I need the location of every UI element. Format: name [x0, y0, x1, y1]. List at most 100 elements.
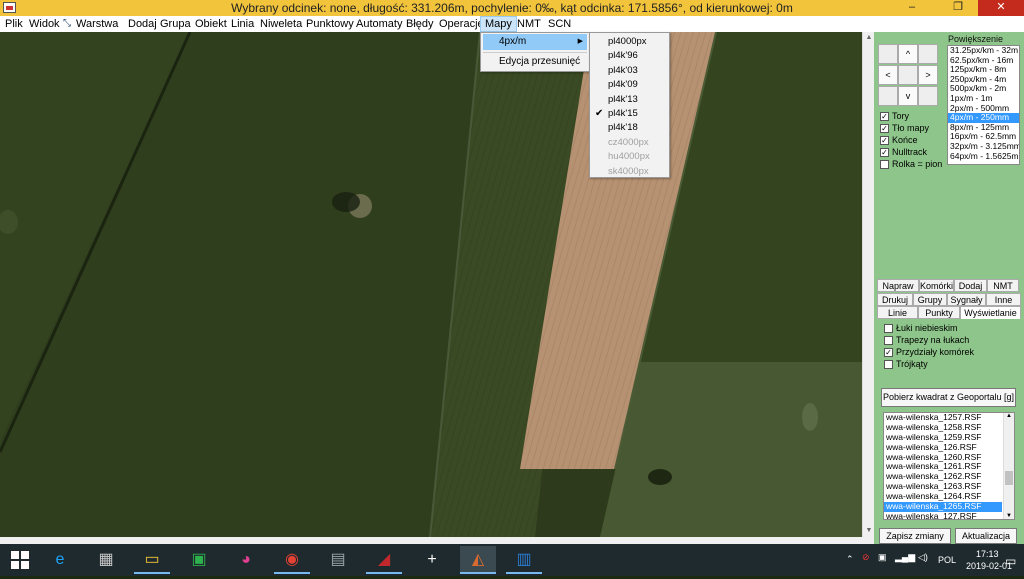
display-option-checkbox[interactable]: ✓ Przydziały komórek	[884, 347, 974, 358]
zoom-list[interactable]: 31.25px/km - 32m 62.5px/km - 16m 125px/km …	[947, 45, 1020, 165]
menu-mapy[interactable]: Mapy	[480, 16, 517, 32]
map-vertical-scrollbar[interactable]: ▲ ▼	[862, 32, 874, 537]
pan-downleft-button[interactable]	[878, 86, 898, 106]
menu-widok[interactable]: Widok	[25, 16, 64, 32]
pan-upleft-button[interactable]	[878, 44, 898, 64]
notepad-icon[interactable]: ▥	[506, 546, 542, 574]
display-option-checkbox[interactable]: Łuki niebieskim	[884, 323, 958, 334]
tray-app-icon[interactable]: ▣	[878, 552, 887, 563]
checkbox-icon[interactable]: ✓	[884, 348, 893, 358]
scroll-up-icon[interactable]: ▲	[1004, 413, 1014, 419]
clock-time[interactable]: 17:13	[976, 549, 999, 559]
menu-punktowy[interactable]: Punktowy	[302, 16, 358, 32]
layer-checkbox[interactable]: ✓ Tło mapy	[880, 123, 929, 134]
pan-center-button[interactable]	[898, 65, 918, 85]
menu-niweleta[interactable]: Niweleta	[256, 16, 306, 32]
menu-warstwa[interactable]: ⤡ Warstwa	[60, 16, 122, 32]
checkbox-icon[interactable]: ✓	[880, 148, 889, 158]
rail-editor-icon[interactable]: ◭	[460, 546, 496, 574]
submenu-item-pl4k03[interactable]: pl4k'03	[592, 64, 668, 78]
layer-checkbox[interactable]: ✓ Nulltrack	[880, 147, 927, 158]
menu-automaty[interactable]: Automaty	[352, 16, 406, 32]
pan-down-button[interactable]: v	[898, 86, 918, 106]
start-button[interactable]	[2, 546, 38, 574]
checkbox-icon[interactable]: ✓	[880, 112, 889, 122]
store-icon[interactable]: ▣	[181, 546, 217, 574]
maps-menu: 4px/m ▶ Edycja przesunięć	[480, 32, 590, 72]
calculator-icon[interactable]: ▤	[320, 546, 356, 574]
map-horizontal-scrollbar[interactable]	[0, 537, 874, 544]
tab-linie[interactable]: Linie	[877, 306, 918, 319]
pan-downright-button[interactable]	[918, 86, 938, 106]
checkbox-icon[interactable]	[884, 336, 893, 346]
tab-grupy[interactable]: Grupy	[913, 293, 947, 306]
tab-inne[interactable]: Inne	[986, 293, 1021, 306]
tray-warning-icon[interactable]: ⊘	[862, 552, 870, 563]
checkbox-icon[interactable]: ✓	[880, 124, 889, 134]
notifications-icon[interactable]: ▭	[1005, 554, 1016, 568]
display-option-checkbox[interactable]: Trójkąty	[884, 359, 928, 370]
pan-upright-button[interactable]	[918, 44, 938, 64]
menu-nmt[interactable]: NMT	[513, 16, 545, 32]
menu-item-edycja-przesuniec[interactable]: Edycja przesunięć	[483, 54, 587, 70]
tab-punkty[interactable]: Punkty	[918, 306, 960, 319]
file-list[interactable]: wwa-wilenska_1257.RSF wwa-wilenska_1258.R…	[883, 412, 1015, 520]
close-button[interactable]: ✕	[978, 0, 1024, 16]
tab-wyświetlanie[interactable]: Wyświetlanie	[960, 306, 1021, 320]
menu-bledy[interactable]: Błędy	[402, 16, 438, 32]
file-list-scrollbar[interactable]: ▲ ▼	[1003, 413, 1014, 519]
file-list-item[interactable]: wwa-wilenska_127.RSF	[884, 511, 1002, 519]
language-indicator[interactable]: POL	[938, 555, 956, 565]
menu-plik[interactable]: Plik	[1, 16, 27, 32]
menu-obiekt[interactable]: Obiekt	[191, 16, 231, 32]
pan-left-button[interactable]: <	[878, 65, 898, 85]
menu-grupa[interactable]: Grupa	[156, 16, 195, 32]
scroll-down-icon[interactable]: ▼	[1004, 513, 1014, 519]
paint-icon[interactable]: ◕	[228, 546, 264, 574]
app-icon-generic[interactable]: ▦	[88, 546, 124, 574]
wifi-icon[interactable]: ▂▄▆	[895, 552, 915, 563]
tray-chevron-icon[interactable]: ⌃	[846, 554, 854, 565]
pan-up-button[interactable]: ^	[898, 44, 918, 64]
tab-sygnały[interactable]: Sygnały	[947, 293, 986, 306]
menu-scn[interactable]: SCN	[544, 16, 575, 32]
submenu-item-pl4k13[interactable]: pl4k'13	[592, 93, 668, 107]
layer-checkbox[interactable]: Rolka = pion	[880, 159, 942, 170]
submenu-item-pl4k18[interactable]: pl4k'18	[592, 121, 668, 135]
geoportal-download-button[interactable]: Pobierz kwadrat z Geoportalu [g]	[881, 388, 1016, 407]
save-changes-button[interactable]: Zapisz zmiany	[879, 528, 951, 544]
display-option-checkbox[interactable]: Trapezy na łukach	[884, 335, 969, 346]
display-option-label: Trójkąty	[896, 359, 928, 369]
checkbox-icon[interactable]	[884, 360, 893, 370]
menu-item-4pxm[interactable]: 4px/m ▶	[483, 34, 587, 50]
map-canvas[interactable]	[0, 32, 862, 537]
layer-checkbox[interactable]: ✓ Tory	[880, 111, 909, 122]
zoom-level-item[interactable]: 64px/m - 1.5625mm	[948, 151, 1019, 162]
title-bar: Wybrany odcinek: none, długość: 331.206m…	[0, 0, 1024, 16]
minimize-button[interactable]: –	[892, 0, 932, 16]
update-button[interactable]: Aktualizacja	[955, 528, 1017, 544]
plus-app-icon[interactable]: +	[414, 546, 450, 574]
pan-right-button[interactable]: >	[918, 65, 938, 85]
internet-explorer-icon[interactable]: e	[42, 546, 78, 574]
submenu-item-pl4k09[interactable]: pl4k'09	[592, 78, 668, 92]
tab-dodaj[interactable]: Dodaj	[954, 279, 987, 292]
scroll-thumb[interactable]	[1005, 471, 1013, 485]
file-explorer-icon[interactable]: ▭	[134, 546, 170, 574]
rail-app-icon[interactable]: ◢	[366, 546, 402, 574]
layer-checkbox[interactable]: ✓ Końce	[880, 135, 918, 146]
checkbox-icon[interactable]	[880, 160, 889, 170]
tab-komórki[interactable]: Komórki	[919, 279, 954, 292]
tab-drukuj[interactable]: Drukuj	[877, 293, 913, 306]
submenu-item-pl4000px[interactable]: pl4000px	[592, 35, 668, 49]
tab-napraw[interactable]: Napraw	[877, 279, 919, 292]
chrome-icon[interactable]: ◉	[274, 546, 310, 574]
volume-icon[interactable]: ◁)	[918, 552, 928, 563]
checkbox-icon[interactable]: ✓	[880, 136, 889, 146]
menu-linia[interactable]: Linia	[227, 16, 258, 32]
tab-nmt[interactable]: NMT	[987, 279, 1019, 292]
maximize-button[interactable]: ❐	[938, 0, 978, 16]
submenu-item-pl4k96[interactable]: pl4k'96	[592, 49, 668, 63]
submenu-item-pl4k15[interactable]: ✔ pl4k'15	[592, 107, 668, 121]
checkbox-icon[interactable]	[884, 324, 893, 334]
